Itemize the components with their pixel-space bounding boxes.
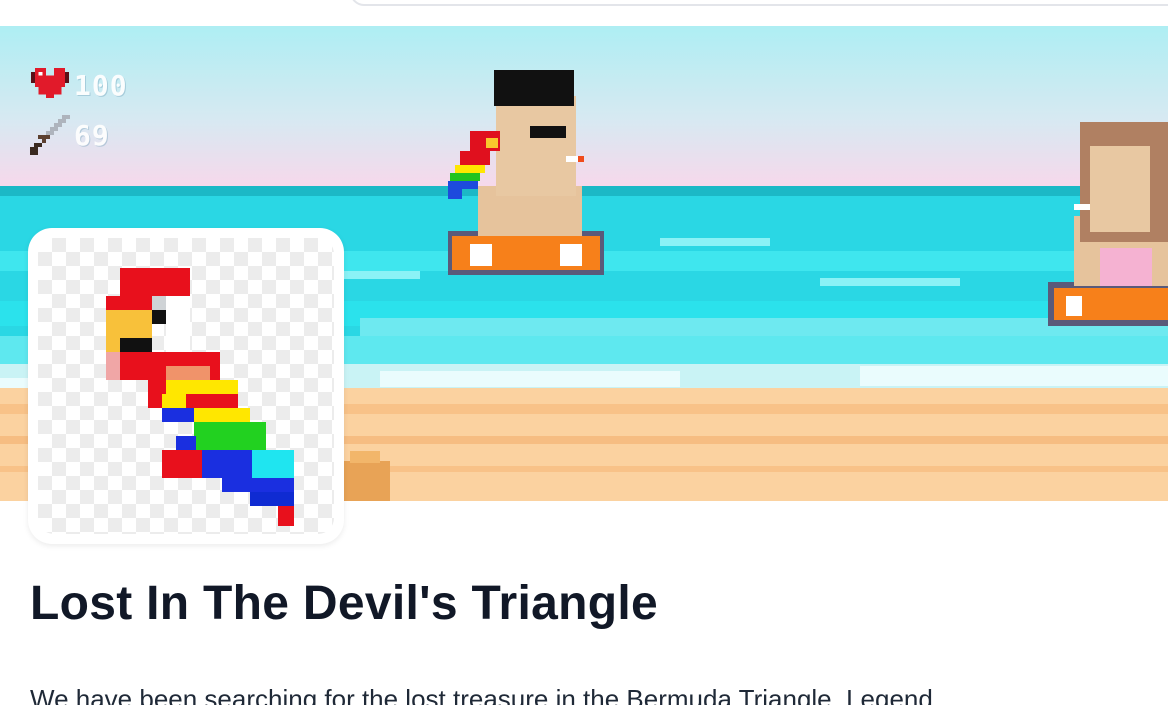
sword-icon [30, 115, 74, 155]
attack-value: 69 [74, 118, 110, 152]
heart-icon [30, 65, 74, 105]
page-title: Lost In The Devil's Triangle [30, 577, 658, 630]
health-stat: 100 [30, 60, 128, 110]
parrot-icon [106, 268, 294, 526]
health-value: 100 [74, 68, 128, 102]
description-text: We have been searching for the lost trea… [30, 684, 933, 705]
game-page: 100 69 Lost In The Devil's Triangle We h… [0, 0, 1168, 705]
hud-stats: 100 69 [30, 60, 128, 160]
search-bar[interactable] [350, 0, 1168, 6]
avatar-image [38, 238, 334, 534]
top-bar [0, 0, 1168, 26]
avatar [28, 228, 344, 544]
attack-stat: 69 [30, 110, 128, 160]
